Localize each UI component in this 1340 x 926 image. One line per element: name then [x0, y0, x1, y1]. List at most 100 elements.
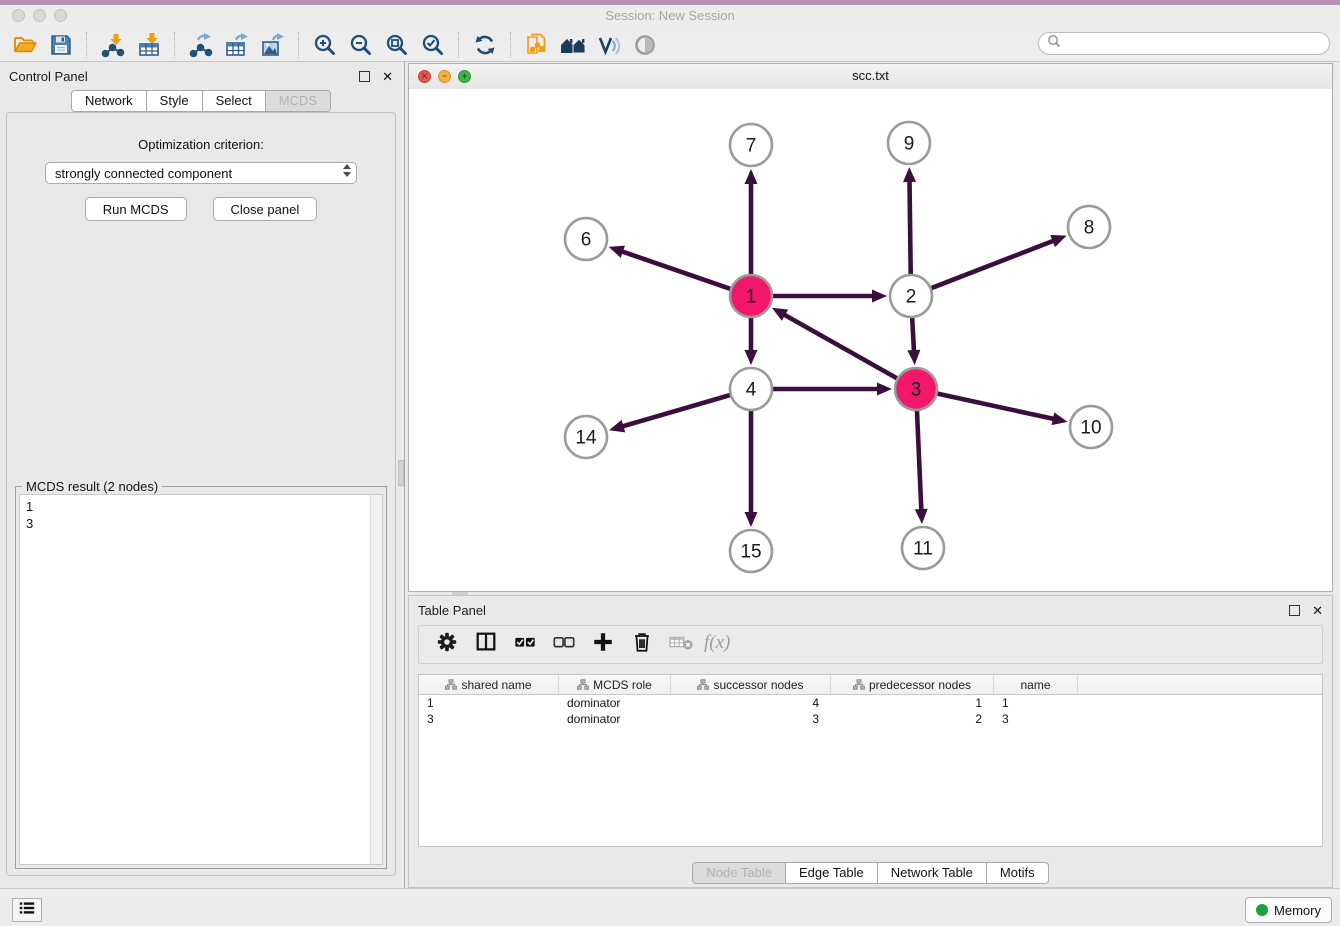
- table-close-icon[interactable]: ✕: [1312, 604, 1323, 617]
- export-image-button[interactable]: [258, 31, 288, 59]
- home-button[interactable]: [558, 31, 588, 59]
- optimization-criterion-dropdown[interactable]: strongly connected component: [45, 162, 357, 184]
- search-field[interactable]: [1038, 32, 1330, 55]
- run-mcds-button[interactable]: Run MCDS: [85, 197, 187, 221]
- eye-button[interactable]: [630, 31, 660, 59]
- deselect-all-button[interactable]: [550, 632, 578, 658]
- graph-node-1[interactable]: 1: [730, 275, 772, 317]
- table-float-icon[interactable]: [1289, 605, 1300, 616]
- table-cell[interactable]: dominator: [559, 695, 671, 711]
- import-table-button[interactable]: [134, 31, 164, 59]
- eye-icon: [632, 32, 658, 58]
- graph-node-8[interactable]: 8: [1068, 206, 1110, 248]
- tab-edge-table[interactable]: Edge Table: [785, 862, 878, 884]
- column-header-successor-nodes[interactable]: successor nodes: [671, 675, 831, 694]
- graph-edge-1-2[interactable]: [773, 290, 887, 303]
- column-header-predecessor-nodes[interactable]: predecessor nodes: [831, 675, 994, 694]
- graph-node-4[interactable]: 4: [730, 368, 772, 410]
- search-input[interactable]: [1066, 36, 1321, 52]
- import-table-icon: [136, 32, 162, 58]
- save-session-button[interactable]: [46, 31, 76, 59]
- export-network-button[interactable]: [186, 31, 216, 59]
- table-row[interactable]: 3dominator323: [419, 711, 1322, 727]
- tab-style[interactable]: Style: [146, 90, 203, 112]
- table-cell[interactable]: 3: [671, 711, 831, 727]
- table-cell[interactable]: 4: [671, 695, 831, 711]
- import-network-button[interactable]: [98, 31, 128, 59]
- memory-button[interactable]: Memory: [1245, 897, 1332, 923]
- select-all-button[interactable]: [511, 632, 539, 658]
- new-network-button[interactable]: [522, 31, 552, 59]
- save-icon: [48, 32, 74, 58]
- graph-edge-1-4[interactable]: [745, 318, 758, 365]
- export-table-icon: [224, 32, 250, 58]
- network-file-icon: [524, 32, 550, 58]
- table-cell[interactable]: dominator: [559, 711, 671, 727]
- zoom-selected-icon: [420, 32, 446, 58]
- split-view-button[interactable]: [472, 632, 500, 658]
- graph-edge-4-3[interactable]: [773, 383, 892, 396]
- graph-edge-2-3[interactable]: [907, 318, 920, 365]
- result-line: 1: [26, 498, 376, 515]
- graph-node-11[interactable]: 11: [902, 527, 944, 569]
- function-builder-button[interactable]: f(x): [706, 632, 734, 658]
- zoom-fit-button[interactable]: [382, 31, 412, 59]
- graph-node-15[interactable]: 15: [730, 530, 772, 572]
- network-canvas[interactable]: 7 9 6 8 1 2 4 3 14 10 15 11: [409, 89, 1332, 591]
- network-canvas-svg[interactable]: 7 9 6 8 1 2 4 3 14 10 15 11: [409, 89, 1332, 589]
- table-cell[interactable]: 1: [994, 695, 1078, 711]
- panel-divider[interactable]: [404, 62, 405, 888]
- graph-edge-1-6[interactable]: [609, 246, 731, 289]
- tab-select[interactable]: Select: [202, 90, 266, 112]
- graph-edge-1-7[interactable]: [745, 169, 758, 274]
- graph-edge-2-8[interactable]: [932, 235, 1067, 288]
- float-panel-icon[interactable]: [359, 71, 370, 82]
- column-header-shared-name[interactable]: shared name: [419, 675, 559, 694]
- open-file-button[interactable]: [10, 31, 40, 59]
- table-cell[interactable]: 3: [419, 711, 559, 727]
- delete-table-button[interactable]: [667, 632, 695, 658]
- table-settings-button[interactable]: [433, 632, 461, 658]
- tab-network[interactable]: Network: [71, 90, 147, 112]
- graph-edge-4-14[interactable]: [609, 395, 730, 432]
- tab-mcds[interactable]: MCDS: [265, 90, 331, 112]
- graph-node-10[interactable]: 10: [1070, 406, 1112, 448]
- graph-node-2[interactable]: 2: [890, 275, 932, 317]
- trash-icon: [630, 630, 654, 659]
- export-table-button[interactable]: [222, 31, 252, 59]
- tab-motifs[interactable]: Motifs: [986, 862, 1049, 884]
- zoom-out-button[interactable]: [346, 31, 376, 59]
- refresh-button[interactable]: [470, 31, 500, 59]
- tab-network-table[interactable]: Network Table: [877, 862, 987, 884]
- mcds-result-textarea[interactable]: 13: [19, 494, 383, 865]
- tab-node-table[interactable]: Node Table: [692, 862, 786, 884]
- graph-edge-4-15[interactable]: [745, 411, 758, 527]
- zoom-in-button[interactable]: [310, 31, 340, 59]
- table-row[interactable]: 1dominator411: [419, 695, 1322, 711]
- column-header-name[interactable]: name: [994, 675, 1078, 694]
- delete-row-button[interactable]: [628, 632, 656, 658]
- table-cell[interactable]: 1: [419, 695, 559, 711]
- zoom-selected-button[interactable]: [418, 31, 448, 59]
- graph-node-14[interactable]: 14: [565, 416, 607, 458]
- graph-edge-3-10[interactable]: [937, 394, 1067, 425]
- column-header-mcds-role[interactable]: MCDS role: [559, 675, 671, 694]
- table-cell[interactable]: 3: [994, 711, 1078, 727]
- graph-edge-2-9[interactable]: [903, 167, 916, 274]
- task-history-button[interactable]: [12, 898, 42, 922]
- graph-node-9[interactable]: 9: [888, 122, 930, 164]
- add-row-button[interactable]: [589, 632, 617, 658]
- graph-node-6[interactable]: 6: [565, 218, 607, 260]
- table-cell[interactable]: 1: [831, 695, 994, 711]
- close-panel-icon[interactable]: ✕: [382, 70, 393, 83]
- network-window-titlebar[interactable]: ✕ − + scc.txt: [409, 64, 1332, 90]
- graph-edge-3-1[interactable]: [772, 308, 897, 378]
- graph-node-3[interactable]: 3: [895, 368, 937, 410]
- close-panel-button[interactable]: Close panel: [213, 197, 318, 221]
- result-scrollbar[interactable]: [370, 495, 382, 864]
- graph-node-7[interactable]: 7: [730, 124, 772, 166]
- hide-details-button[interactable]: [594, 31, 624, 59]
- table-tabs: Node TableEdge TableNetwork TableMotifs: [409, 862, 1332, 884]
- graph-edge-3-11[interactable]: [915, 411, 928, 524]
- table-cell[interactable]: 2: [831, 711, 994, 727]
